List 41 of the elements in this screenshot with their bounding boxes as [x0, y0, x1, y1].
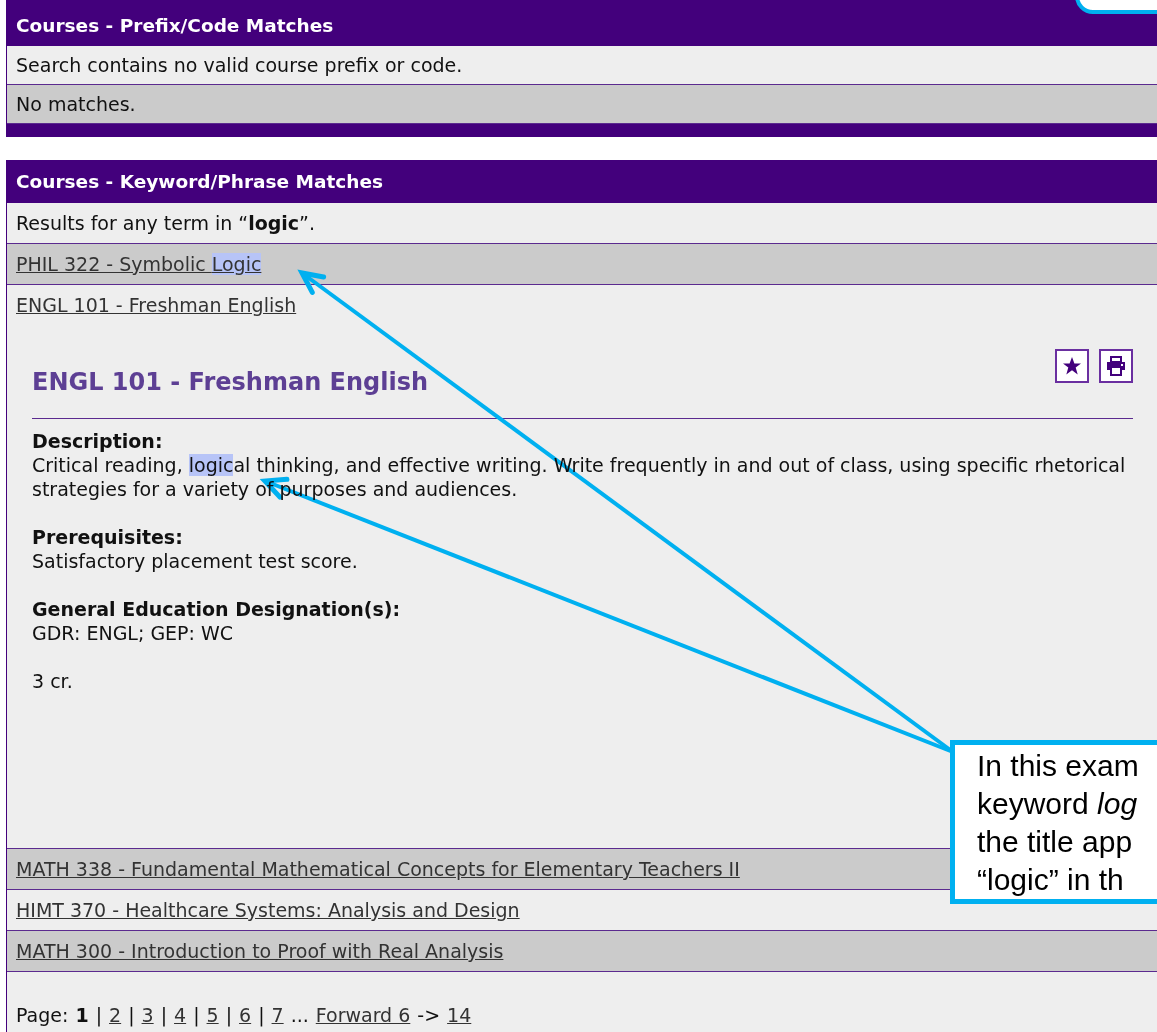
separator: | [193, 1003, 200, 1027]
separator: | [225, 1003, 233, 1027]
section-label: General Education Designation(s): [32, 597, 402, 621]
current-page: 1 [75, 1003, 89, 1027]
separator: | [258, 1003, 265, 1027]
page-link[interactable]: 2 [109, 1003, 122, 1027]
separator: | [128, 1003, 135, 1027]
section-text: Satisfactory placement test score. [32, 549, 359, 573]
favorite-button[interactable] [1055, 349, 1089, 383]
callout-text: In this exam [977, 748, 1140, 784]
search-summary: Results for any term in “logic”. [7, 203, 1157, 244]
last-page-link[interactable]: 14 [447, 1003, 472, 1027]
printer-icon [1106, 356, 1126, 376]
page-link[interactable]: 3 [141, 1003, 154, 1027]
page-link[interactable]: 7 [271, 1003, 284, 1027]
callout-text: “logic” in th [977, 862, 1125, 898]
ellipsis: ... [290, 1003, 309, 1027]
separator: | [160, 1003, 168, 1027]
course-link[interactable]: ENGL 101 - Freshman English [16, 294, 297, 316]
forward-link[interactable]: Forward 6 [315, 1003, 411, 1027]
callout-text: keyword log [977, 786, 1139, 822]
course-link[interactable]: PHIL 322 - Symbolic Logic [16, 253, 262, 275]
section-label: Prerequisites: [32, 525, 184, 549]
page-link[interactable]: 4 [174, 1003, 187, 1027]
section-label: Description: [32, 429, 164, 453]
star-icon [1062, 356, 1082, 376]
section-text: GDR: ENGL; GEP: WC [32, 621, 235, 645]
print-button[interactable] [1099, 349, 1133, 383]
course-title: ENGL 101 - Freshman English [32, 367, 429, 397]
message-row: Search contains no valid course prefix or code. [7, 46, 1157, 85]
course-link[interactable]: MATH 338 - Fundamental Mathematical Concepts for Elementary Teachers II [16, 858, 740, 880]
page-link[interactable]: 6 [239, 1003, 252, 1027]
separator: | [95, 1003, 103, 1027]
callout-text: the title app [977, 824, 1134, 860]
page-label: Page: [16, 1003, 69, 1027]
message-row: No matches. [7, 85, 1157, 124]
arrow-text: -> [417, 1003, 441, 1027]
panel-header: Courses - Keyword/Phrase Matches [7, 160, 1157, 203]
panel-header: Courses - Prefix/Code Matches [7, 0, 1157, 46]
page-link[interactable]: 5 [206, 1003, 219, 1027]
credits-text: 3 cr. [32, 669, 74, 693]
